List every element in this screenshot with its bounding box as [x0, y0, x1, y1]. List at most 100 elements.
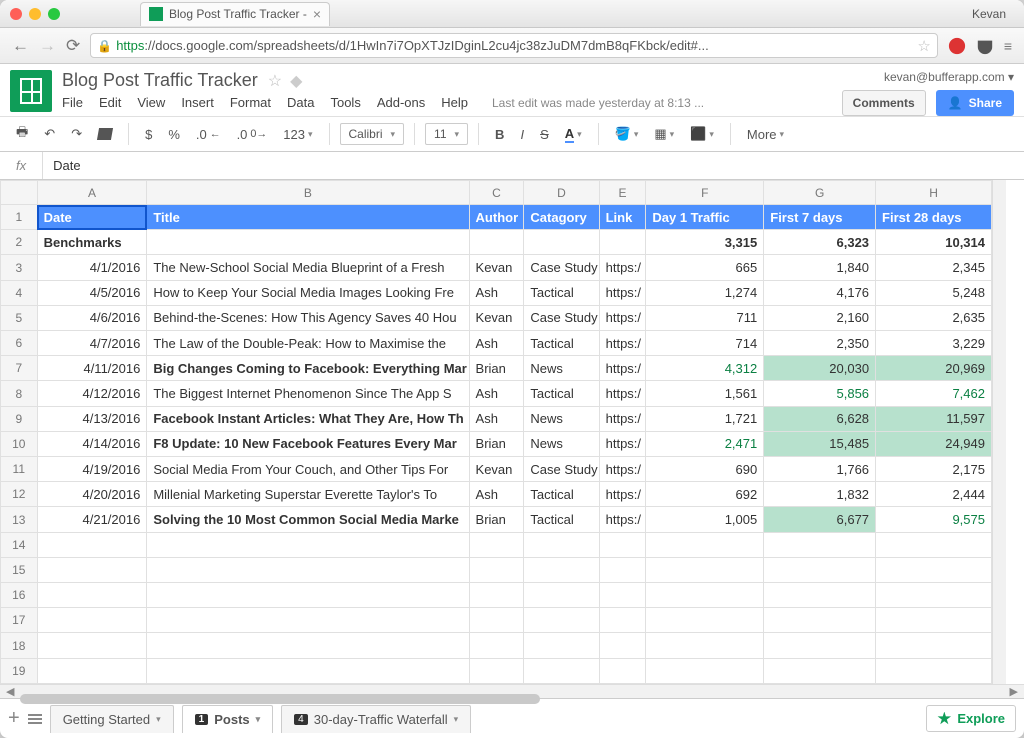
cell-D15[interactable] — [524, 557, 599, 582]
cell-B13[interactable]: Solving the 10 Most Common Social Media … — [147, 507, 469, 532]
column-header-H[interactable]: H — [876, 181, 992, 205]
cell-D13[interactable]: Tactical — [524, 507, 599, 532]
sheet-tab-getting-started[interactable]: Getting Started▾ — [50, 705, 174, 733]
cell-H15[interactable] — [876, 557, 992, 582]
cell-D16[interactable] — [524, 583, 599, 608]
cell-C4[interactable]: Ash — [469, 280, 524, 305]
row-header-11[interactable]: 11 — [1, 457, 38, 482]
row-header-10[interactable]: 10 — [1, 431, 38, 456]
cell-H13[interactable]: 9,575 — [876, 507, 992, 532]
reload-button[interactable]: ⟳ — [66, 36, 80, 56]
cell-C8[interactable]: Ash — [469, 381, 524, 406]
cell-H7[interactable]: 20,969 — [876, 356, 992, 381]
menu-view[interactable]: View — [137, 95, 165, 110]
cell-A13[interactable]: 4/21/2016 — [37, 507, 147, 532]
fill-color-button[interactable]: 🪣 ▾ — [609, 122, 645, 146]
cell-B11[interactable]: Social Media From Your Couch, and Other … — [147, 457, 469, 482]
share-button[interactable]: 👤 Share — [936, 90, 1014, 116]
cell-B6[interactable]: The Law of the Double-Peak: How to Maxim… — [147, 331, 469, 356]
cell-G18[interactable] — [764, 633, 876, 658]
column-header-C[interactable]: C — [469, 181, 524, 205]
cell-F9[interactable]: 1,721 — [646, 406, 764, 431]
more-toolbar-button[interactable]: More ▾ — [741, 123, 790, 146]
cell-E15[interactable] — [599, 557, 646, 582]
cell-F7[interactable]: 4,312 — [646, 356, 764, 381]
tab-close-icon[interactable]: × — [313, 6, 321, 22]
cell-D18[interactable] — [524, 633, 599, 658]
cell-D1[interactable]: Catagory — [524, 205, 599, 230]
vertical-scrollbar[interactable] — [992, 180, 1006, 684]
bookmark-star-icon[interactable]: ☆ — [917, 37, 930, 55]
cell-B7[interactable]: Big Changes Coming to Facebook: Everythi… — [147, 356, 469, 381]
cell-D9[interactable]: News — [524, 406, 599, 431]
italic-button[interactable]: I — [514, 123, 530, 146]
cell-E14[interactable] — [599, 532, 646, 557]
row-header-18[interactable]: 18 — [1, 633, 38, 658]
cell-A2[interactable]: Benchmarks — [37, 230, 147, 255]
cell-G15[interactable] — [764, 557, 876, 582]
cell-F1[interactable]: Day 1 Traffic — [646, 205, 764, 230]
cell-C1[interactable]: Author — [469, 205, 524, 230]
cell-C11[interactable]: Kevan — [469, 457, 524, 482]
column-header-E[interactable]: E — [599, 181, 646, 205]
cell-A10[interactable]: 4/14/2016 — [37, 431, 147, 456]
cell-D3[interactable]: Case Study — [524, 255, 599, 280]
cell-E3[interactable]: https:/ — [599, 255, 646, 280]
cell-F11[interactable]: 690 — [646, 457, 764, 482]
cell-E10[interactable]: https:/ — [599, 431, 646, 456]
cell-G7[interactable]: 20,030 — [764, 356, 876, 381]
cell-H3[interactable]: 2,345 — [876, 255, 992, 280]
cell-A4[interactable]: 4/5/2016 — [37, 280, 147, 305]
cell-E19[interactable] — [599, 658, 646, 683]
cell-A18[interactable] — [37, 633, 147, 658]
cell-H1[interactable]: First 28 days — [876, 205, 992, 230]
column-header-A[interactable]: A — [37, 181, 147, 205]
cell-E5[interactable]: https:/ — [599, 305, 646, 330]
cell-D8[interactable]: Tactical — [524, 381, 599, 406]
cell-H10[interactable]: 24,949 — [876, 431, 992, 456]
cell-C6[interactable]: Ash — [469, 331, 524, 356]
move-to-drive-icon[interactable]: ◆ — [290, 71, 302, 91]
cell-F17[interactable] — [646, 608, 764, 633]
cell-B19[interactable] — [147, 658, 469, 683]
cell-B14[interactable] — [147, 532, 469, 557]
explore-button[interactable]: Explore — [926, 705, 1016, 732]
cell-A8[interactable]: 4/12/2016 — [37, 381, 147, 406]
decrease-decimal-button[interactable]: .0← — [190, 123, 227, 146]
cell-F6[interactable]: 714 — [646, 331, 764, 356]
cell-G17[interactable] — [764, 608, 876, 633]
cell-E17[interactable] — [599, 608, 646, 633]
fx-value[interactable]: Date — [43, 158, 90, 173]
row-header-17[interactable]: 17 — [1, 608, 38, 633]
cell-C2[interactable] — [469, 230, 524, 255]
row-header-4[interactable]: 4 — [1, 280, 38, 305]
cell-C7[interactable]: Brian — [469, 356, 524, 381]
cell-H9[interactable]: 11,597 — [876, 406, 992, 431]
row-header-8[interactable]: 8 — [1, 381, 38, 406]
cell-H4[interactable]: 5,248 — [876, 280, 992, 305]
row-header-7[interactable]: 7 — [1, 356, 38, 381]
cell-C19[interactable] — [469, 658, 524, 683]
cell-D10[interactable]: News — [524, 431, 599, 456]
last-edit-text[interactable]: Last edit was made yesterday at 8:13 ... — [492, 96, 704, 110]
comments-button[interactable]: Comments — [842, 90, 926, 116]
cell-C12[interactable]: Ash — [469, 482, 524, 507]
cell-F19[interactable] — [646, 658, 764, 683]
cell-B2[interactable] — [147, 230, 469, 255]
cell-G6[interactable]: 2,350 — [764, 331, 876, 356]
paint-format-icon[interactable] — [92, 124, 118, 144]
cell-G12[interactable]: 1,832 — [764, 482, 876, 507]
row-header-14[interactable]: 14 — [1, 532, 38, 557]
chrome-menu-icon[interactable]: ≡ — [1004, 38, 1012, 54]
select-all-cell[interactable] — [1, 181, 38, 205]
row-header-3[interactable]: 3 — [1, 255, 38, 280]
cell-C5[interactable]: Kevan — [469, 305, 524, 330]
merge-cells-button[interactable]: ⬛ ▾ — [684, 122, 720, 146]
cell-B9[interactable]: Facebook Instant Articles: What They Are… — [147, 406, 469, 431]
cell-F15[interactable] — [646, 557, 764, 582]
borders-button[interactable]: ▦ ▾ — [648, 122, 680, 146]
cell-A7[interactable]: 4/11/2016 — [37, 356, 147, 381]
cell-A15[interactable] — [37, 557, 147, 582]
cell-G1[interactable]: First 7 days — [764, 205, 876, 230]
cell-E6[interactable]: https:/ — [599, 331, 646, 356]
